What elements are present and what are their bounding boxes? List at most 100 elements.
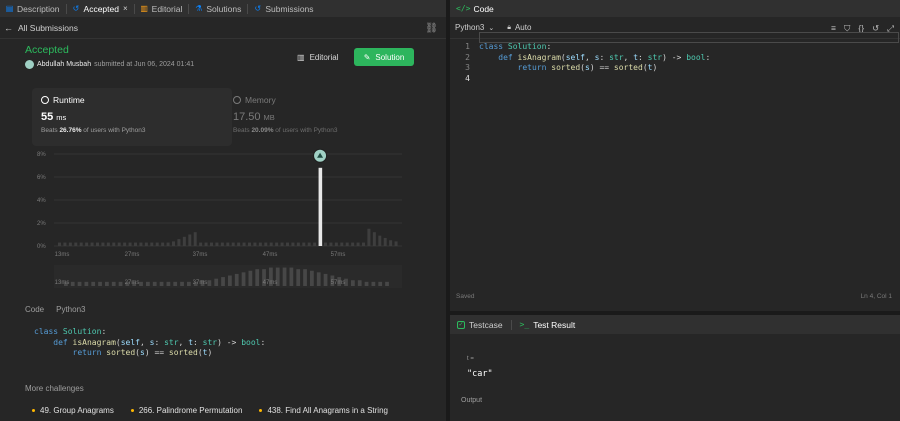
chart-bar: [117, 242, 121, 246]
chart-bar: [237, 242, 241, 246]
chart-bar: [150, 242, 154, 246]
chart-bar: [226, 242, 230, 246]
y-tick-label: 0%: [37, 244, 46, 250]
beats-prefix: Beats: [41, 127, 58, 134]
chart-bar: [74, 242, 78, 246]
y-tick-label: 6%: [37, 175, 46, 181]
left-tab-bar: ▤ Description ↺ Accepted × ▥ Editorial ⚗…: [0, 0, 446, 17]
line-number: 1: [465, 42, 470, 51]
checkbox-icon: ✓: [457, 320, 465, 329]
chart-bar: [356, 242, 360, 246]
range-bar: [221, 277, 225, 286]
avatar[interactable]: [25, 60, 34, 69]
more-challenges-title: More challenges: [25, 384, 84, 393]
challenge-link[interactable]: 438. Find All Anagrams in a String: [259, 406, 388, 415]
flask-icon: ⚗: [195, 4, 203, 13]
code-line: return sorted(s) == sorted(t): [34, 348, 213, 357]
submitter-name[interactable]: Abdullah Musbah: [37, 61, 91, 68]
chart-bar: [139, 242, 143, 246]
editor-line: 3 return sorted(s) == sorted(t): [450, 63, 900, 74]
testcase-panel: ✓ Testcase >_ Test Result t = "car" Outp…: [450, 315, 900, 421]
tab-description-label: Description: [17, 3, 60, 14]
range-bar: [385, 281, 389, 286]
solution-button[interactable]: ✎ Solution: [354, 48, 414, 66]
editor-header: </> Code: [450, 0, 900, 17]
challenge-link[interactable]: 266. Palindrome Permutation: [130, 406, 243, 415]
range-bar: [351, 280, 355, 286]
tab-editorial[interactable]: ▥ Editorial: [135, 0, 189, 17]
tab-test-result[interactable]: >_ Test Result: [520, 320, 576, 330]
challenge-link[interactable]: 49. Group Anagrams: [32, 406, 114, 415]
code-editor-panel: </> Code Python3 ⌄ 🔒︎ Auto ≡ ⛉ {} ↺ ⤢ 1c…: [450, 0, 900, 311]
tab-submissions[interactable]: ↺ Submissions: [248, 0, 319, 17]
range-bar: [139, 281, 143, 286]
chart-bar: [161, 242, 165, 246]
chart-bar: [340, 242, 344, 246]
difficulty-dot: [259, 409, 263, 412]
code-label: Code: [25, 305, 45, 314]
terminal-icon: >_: [519, 320, 530, 329]
tab-testcase[interactable]: ✓ Testcase: [457, 320, 503, 330]
range-bar: [323, 273, 328, 286]
memory-icon: [233, 96, 241, 104]
runtime-distribution-chart[interactable]: 8% 6% 4% 2% 0% 13ms 27ms 37ms 47ms 57ms 13ms 27ms 37…: [32, 148, 407, 292]
chart-bar: [155, 242, 159, 246]
runtime-value: 55 ms: [41, 111, 66, 123]
memory-card[interactable]: Memory 17.50 MB Beats 20.09% of users wit…: [224, 88, 424, 146]
tab-accepted[interactable]: ↺ Accepted ×: [67, 0, 134, 17]
editorial-button[interactable]: ▥ Editorial: [297, 50, 338, 64]
range-bar: [180, 281, 184, 286]
submission-panel: ▤ Description ↺ Accepted × ▥ Editorial ⚗…: [0, 0, 446, 421]
beats-percent: 20.09%: [251, 127, 274, 134]
tab-description[interactable]: ▤ Description: [0, 0, 66, 17]
chart-bar: [144, 242, 148, 246]
tab-accepted-label: Accepted: [83, 3, 119, 14]
close-icon[interactable]: ×: [123, 4, 128, 13]
beats-percent: 26.76%: [59, 127, 82, 134]
saved-status: Saved: [456, 293, 475, 300]
editor-title: Code: [473, 3, 494, 14]
history-icon: ↺: [72, 4, 80, 13]
edit-icon: ✎: [363, 52, 371, 62]
all-submissions-link[interactable]: ← All Submissions: [0, 17, 446, 39]
chart-bar: [58, 242, 61, 246]
challenge-title: 49. Group Anagrams: [40, 406, 114, 415]
memory-unit: MB: [263, 113, 275, 122]
range-bar: [357, 280, 362, 286]
runtime-card[interactable]: Runtime 55 ms Beats 26.76% of users with …: [32, 88, 232, 146]
range-bar: [159, 281, 164, 286]
tab-editorial-label: Editorial: [151, 3, 183, 14]
range-bar: [77, 281, 82, 286]
testcase-tab-label: Testcase: [469, 319, 503, 330]
chart-bar: [367, 228, 371, 246]
chart-bar: [172, 241, 175, 246]
cursor-position: Ln 4, Col 1: [860, 293, 892, 300]
chart-bar: [63, 242, 67, 246]
editor-code: def isAnagram(self, s: str, t: str) -> b…: [479, 52, 711, 62]
chart-bar: [324, 242, 327, 246]
code-editor[interactable]: 1 class Solution: 2 def isAnagram(self, s:…: [450, 42, 900, 282]
tab-submissions-label: Submissions: [265, 3, 314, 14]
chart-bar: [210, 242, 213, 246]
x-tick-label: 13ms: [55, 252, 70, 258]
chart-bar: [291, 242, 295, 246]
range-bar: [84, 281, 89, 286]
chart-bar: [106, 242, 110, 246]
editorial-button-label: Editorial: [309, 52, 339, 62]
solution-button-label: Solution: [375, 52, 405, 62]
range-bar: [310, 270, 314, 286]
share-link-icon[interactable]: ⛓: [425, 23, 438, 34]
chart-bar: [253, 242, 257, 246]
tab-solutions[interactable]: ⚗ Solutions: [189, 0, 247, 17]
range-bar: [173, 281, 178, 286]
range-bar: [70, 281, 75, 286]
range-bar: [303, 269, 307, 286]
range-bar: [187, 281, 191, 286]
range-tick-label: 27ms: [125, 280, 140, 286]
chart-bar: [275, 242, 279, 246]
runtime-header: Runtime: [41, 95, 85, 105]
chart-bar: [193, 232, 197, 246]
challenge-title: 266. Palindrome Permutation: [138, 406, 243, 415]
range-bar: [105, 281, 109, 286]
chart-bar: [85, 242, 89, 246]
